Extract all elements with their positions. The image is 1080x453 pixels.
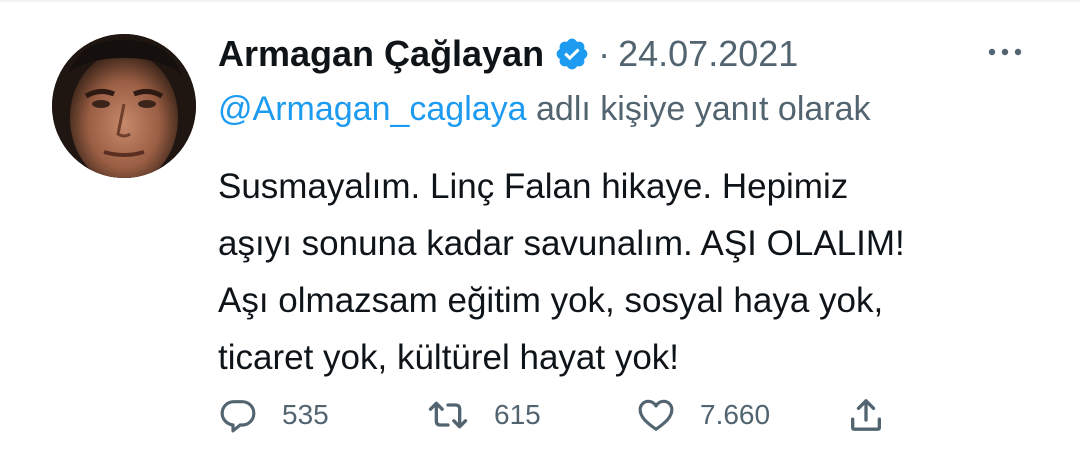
tweet-text-line: aşıyı sonuna kadar savunalım. AŞI OLALIM… <box>218 224 905 263</box>
tweet[interactable]: Armagan Çağlayan · 24.07.2021 @Armagan_c… <box>0 0 1080 453</box>
reply-icon <box>218 395 258 435</box>
tweet-header: Armagan Çağlayan · 24.07.2021 <box>218 28 798 80</box>
action-bar: 535 615 7.660 <box>218 392 918 438</box>
like-icon <box>636 395 676 435</box>
avatar-image <box>52 34 196 178</box>
verified-badge-icon <box>554 36 590 72</box>
share-icon <box>846 395 886 435</box>
more-icon[interactable] <box>984 38 1026 66</box>
replying-to-line: @Armagan_caglaya adlı kişiye yanıt olara… <box>218 90 871 129</box>
tweet-date[interactable]: 24.07.2021 <box>618 33 798 75</box>
avatar[interactable] <box>52 34 196 178</box>
reply-count: 535 <box>282 399 329 430</box>
author-name[interactable]: Armagan Çağlayan <box>218 33 544 75</box>
reply-suffix: adlı kişiye yanıt olarak <box>526 90 871 128</box>
reply-button[interactable]: 535 <box>218 392 329 438</box>
like-button[interactable]: 7.660 <box>636 392 770 438</box>
retweet-count: 615 <box>494 399 541 430</box>
retweet-icon <box>426 395 470 435</box>
tweet-text-line: Aşı olmazsam eğitim yok, sosyal haya yok… <box>218 281 884 320</box>
share-button[interactable] <box>846 392 886 438</box>
tweet-text: Susmayalım. Linç Falan hikaye. Hepimiz a… <box>218 158 1058 386</box>
like-count: 7.660 <box>700 399 771 430</box>
header-separator: · <box>598 33 611 74</box>
tweet-text-line: ticaret yok, kültürel hayat yok! <box>218 338 680 377</box>
reply-handle-link[interactable]: @Armagan_caglaya <box>218 90 527 128</box>
tweet-text-line: Susmayalım. Linç Falan hikaye. Hepimiz <box>218 167 849 206</box>
retweet-button[interactable]: 615 <box>426 392 541 438</box>
